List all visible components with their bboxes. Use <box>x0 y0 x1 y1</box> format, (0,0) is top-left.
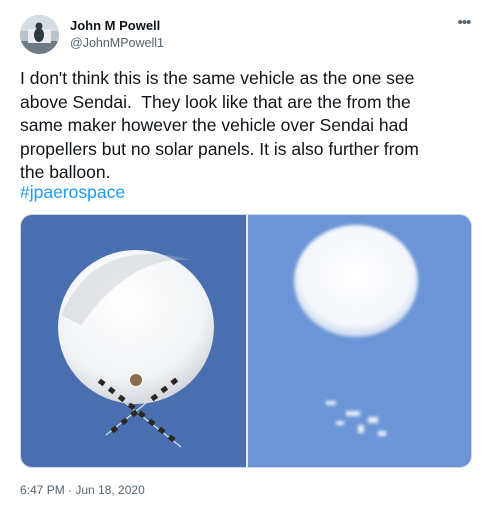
profile-photo-icon <box>20 15 59 54</box>
tweet-card: John M Powell @JohnMPowell1 ••• I don't … <box>0 0 493 511</box>
balloon-photo-left[interactable] <box>21 215 246 467</box>
more-options-button[interactable]: ••• <box>452 14 476 36</box>
more-horizontal-icon: ••• <box>457 14 472 31</box>
author-handle[interactable]: @JohnMPowell1 <box>70 36 164 50</box>
avatar[interactable] <box>20 15 59 54</box>
timestamp[interactable]: 6:47 PM · Jun 18, 2020 <box>20 483 145 497</box>
tweet-text: I don't think this is the same vehicle a… <box>20 68 419 182</box>
author-name[interactable]: John M Powell <box>70 18 160 33</box>
media-grid <box>20 214 472 468</box>
hashtag-link[interactable]: #jpaerospace <box>20 181 125 205</box>
balloon-photo-right[interactable] <box>248 215 471 467</box>
